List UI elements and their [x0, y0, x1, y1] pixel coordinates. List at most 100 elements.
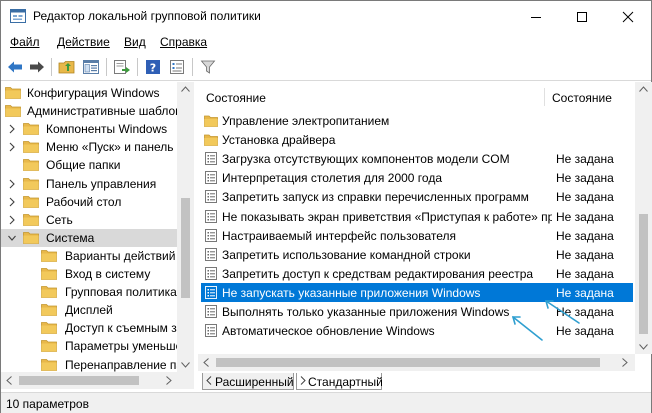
status-bar: 10 параметров [1, 392, 651, 413]
chevron-down-icon[interactable] [7, 232, 17, 244]
list-folder-row[interactable]: Установка драйвера [201, 130, 633, 149]
setting-name: Не запускать указанные приложения Window… [222, 285, 481, 300]
folder-icon [5, 87, 21, 99]
minimize-button[interactable] [513, 1, 559, 32]
tree-item[interactable]: Групповая политика [1, 283, 178, 301]
folder-icon [23, 231, 39, 244]
tree-item[interactable]: Меню «Пуск» и панель задач [1, 138, 178, 156]
policy-setting-icon [205, 285, 217, 299]
menu-action-label: Действие [57, 35, 110, 49]
column-header-state[interactable]: Состояние [552, 91, 612, 105]
tree-item[interactable]: Дисплей [1, 301, 178, 319]
tree-item[interactable]: Варианты действий [1, 247, 178, 265]
scroll-down-icon[interactable] [181, 362, 190, 368]
policy-setting-icon [205, 171, 217, 185]
list-setting-row[interactable]: Автоматическое обновление Windows Не зада… [201, 321, 633, 340]
scroll-right-icon[interactable] [166, 376, 172, 385]
list-setting-row[interactable]: Интерпретация столетия для 2000 года Не з… [201, 168, 633, 187]
tree-item[interactable]: Система [1, 228, 178, 247]
list-setting-row[interactable]: Запретить использование командной строки… [201, 245, 633, 264]
close-button[interactable] [605, 1, 651, 32]
folder-icon [204, 115, 218, 127]
tree-item[interactable]: Административные шаблоны [1, 102, 178, 120]
help-icon: ? [146, 60, 160, 75]
scroll-left-icon[interactable] [6, 376, 12, 385]
tree-item-label: Административные шаблоны [27, 104, 178, 119]
chevron-right-icon[interactable] [7, 141, 17, 153]
export-list-button[interactable] [112, 58, 132, 76]
tree-vertical-scroll-thumb[interactable] [181, 198, 190, 298]
folder-icon [41, 340, 57, 353]
toolbar-separator [106, 58, 107, 76]
column-divider[interactable] [544, 88, 545, 106]
tree-pane[interactable]: Конфигурация Windows Административные шаб… [1, 82, 194, 389]
tree-item[interactable]: Перенаправление папок [1, 356, 178, 374]
list-setting-row[interactable]: Не запускать указанные приложения Window… [201, 282, 633, 302]
tab-standard[interactable]: Стандартный [296, 373, 383, 390]
back-button[interactable] [5, 58, 25, 76]
tab-extended[interactable]: Расширенный [202, 373, 294, 390]
tree-item[interactable]: Панель управления [1, 175, 178, 193]
list-setting-row[interactable]: Настраиваемый интерфейс пользователя Не з… [201, 226, 633, 245]
policy-setting-icon [205, 266, 217, 280]
tree-item[interactable]: Рабочий стол [1, 193, 178, 211]
scroll-down-icon[interactable] [639, 344, 648, 350]
toolbar-separator [137, 58, 138, 76]
scroll-left-icon[interactable] [203, 358, 209, 367]
list-setting-row[interactable]: Запретить запуск из справки перечисленны… [201, 187, 633, 206]
properties-button[interactable] [167, 58, 187, 76]
list-setting-row[interactable]: Выполнять только указанные приложения Wi… [201, 302, 633, 321]
menu-view[interactable]: Вид [124, 35, 146, 49]
tree-item[interactable]: Общие папки [1, 156, 178, 174]
menu-file[interactable]: Файл [10, 35, 40, 49]
forward-button[interactable] [27, 58, 47, 76]
list-vertical-scrollbar[interactable] [635, 82, 652, 354]
folder-icon [41, 268, 57, 280]
menu-action[interactable]: Действие [57, 35, 110, 49]
scroll-up-icon[interactable] [181, 86, 190, 92]
title-bar[interactable]: Редактор локальной групповой политики [1, 1, 651, 32]
tree-item[interactable]: Конфигурация Windows [1, 84, 178, 102]
maximize-button[interactable] [559, 1, 605, 32]
tree-horizontal-scroll-thumb[interactable] [19, 376, 139, 385]
list-horizontal-scroll-thumb[interactable] [216, 358, 600, 367]
tree-item[interactable]: Параметры уменьшения [1, 337, 178, 355]
tree-vertical-scrollbar[interactable] [177, 82, 194, 372]
list-folder-row[interactable]: Управление электропитанием [201, 111, 633, 130]
tree-horizontal-scrollbar[interactable] [1, 372, 194, 389]
tree-item[interactable]: Сеть [1, 211, 178, 229]
setting-state: Не задана [556, 171, 614, 186]
up-folder-button[interactable] [57, 58, 77, 76]
scroll-up-icon[interactable] [639, 86, 648, 92]
tree-item[interactable]: Компоненты Windows [1, 120, 178, 138]
properties-icon [170, 60, 184, 74]
filter-button[interactable] [198, 58, 218, 76]
menu-bar: Файл Действие Вид Справка [1, 32, 651, 53]
policy-setting-icon [205, 209, 217, 223]
setting-name: Загрузка отсутствующих компонентов модел… [222, 152, 510, 167]
up-folder-icon [58, 61, 75, 74]
show-hide-tree-button[interactable] [81, 58, 101, 76]
column-header-name[interactable]: Состояние [206, 91, 266, 105]
policy-setting-icon [205, 305, 217, 318]
folder-icon [23, 195, 39, 208]
menu-help[interactable]: Справка [160, 35, 207, 49]
chevron-right-icon[interactable] [7, 123, 17, 135]
setting-state: Не задана [556, 152, 614, 167]
chevron-right-icon[interactable] [7, 178, 17, 190]
list-setting-row[interactable]: Не показывать экран приветствия «Приступ… [201, 207, 633, 226]
scroll-right-icon[interactable] [622, 358, 628, 367]
help-button[interactable]: ? [143, 58, 163, 76]
setting-state: Не задана [556, 228, 614, 243]
list-setting-row[interactable]: Запретить доступ к средствам редактирова… [201, 264, 633, 283]
chevron-right-icon[interactable] [7, 214, 17, 226]
tree-item[interactable]: Доступ к съемным запоминающим [1, 319, 178, 337]
menu-view-label: Вид [124, 35, 146, 49]
list-vertical-scroll-thumb[interactable] [639, 214, 648, 334]
tree-item[interactable]: Вход в систему [1, 265, 178, 283]
chevron-right-icon[interactable] [7, 196, 17, 208]
gpedit-app-icon [10, 9, 26, 23]
list-horizontal-scrollbar[interactable] [198, 354, 635, 371]
list-setting-row[interactable]: Загрузка отсутствующих компонентов модел… [201, 149, 633, 168]
tree-item-label: Общие папки [46, 158, 121, 173]
